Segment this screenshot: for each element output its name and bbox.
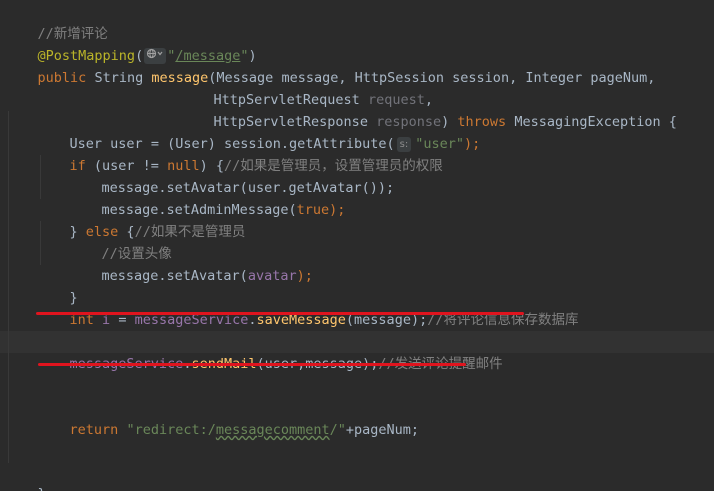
code-line-9: message.setAdminMessage(true); xyxy=(101,202,346,218)
code-editor[interactable]: //新增评论 @PostMapping("/message") public S… xyxy=(0,0,714,491)
red-underline-annotation xyxy=(38,363,466,366)
code-line-14: int i = messageService.saveMessage(messa… xyxy=(69,312,579,328)
code-line-13: } xyxy=(69,290,78,306)
code-line-8: message.setAvatar(user.getAvatar()); xyxy=(0,155,714,196)
code-line-12: message.setAvatar(avatar); xyxy=(101,268,313,284)
code-line-4: HttpServletRequest request, xyxy=(213,92,434,108)
code-line-7: if (user != null) {//如果是管理员，设置管理员的权限 xyxy=(69,158,443,174)
code-line-1: //新增评论 xyxy=(0,1,714,42)
code-line-10: } else {//如果不是管理员 xyxy=(69,224,246,240)
redirect-target: messagecomment xyxy=(215,422,330,438)
code-line-17: } xyxy=(0,461,714,491)
code-line-6: User user = (User) session.getAttribute(… xyxy=(69,136,481,152)
code-line-16: return "redirect:/messagecomment/"+pageN… xyxy=(69,422,420,438)
code-line-11: //设置头像 xyxy=(0,221,714,262)
code-line-3: public String message(Message message, H… xyxy=(37,70,656,86)
code-line-15: messageService.sendMail(user,message);//… xyxy=(69,356,503,372)
code-line-2: @PostMapping("/message") xyxy=(37,48,257,64)
red-underline-annotation xyxy=(36,312,524,315)
code-line-5: HttpServletResponse response) throws Mes… xyxy=(213,114,677,130)
keyword-return: return xyxy=(69,422,119,438)
